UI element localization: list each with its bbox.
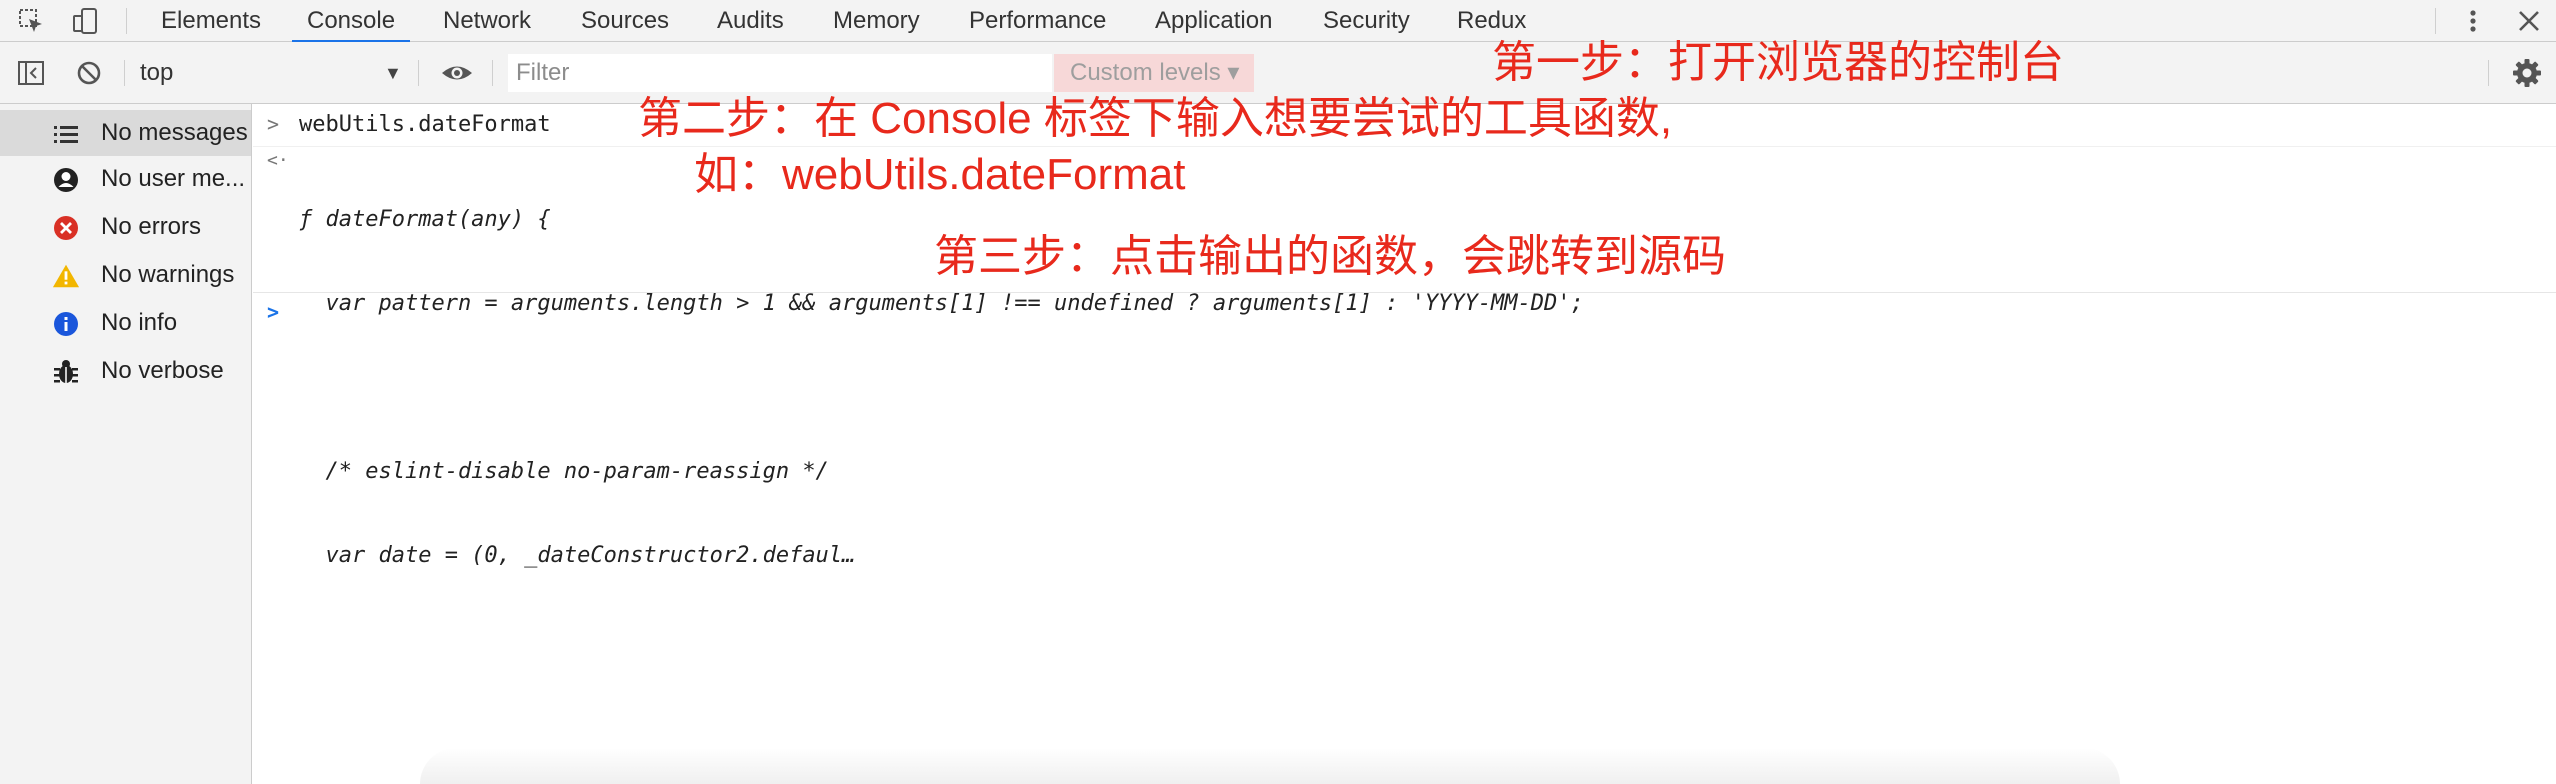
gear-icon[interactable] xyxy=(2510,56,2544,90)
console-prompt-icon: > xyxy=(267,300,280,324)
error-icon xyxy=(52,214,80,242)
warning-icon xyxy=(52,262,80,290)
device-toolbar-icon[interactable] xyxy=(70,6,100,36)
annotation-step-1: 第一步：打开浏览器的控制台 xyxy=(1492,38,2064,87)
tab-memory[interactable]: Memory xyxy=(833,0,920,42)
annotation-step-3: 第三步：点击输出的函数，会跳转到源码 xyxy=(934,232,1726,281)
info-icon xyxy=(52,310,80,338)
toolbar-separator xyxy=(492,60,493,86)
tab-network[interactable]: Network xyxy=(443,0,531,42)
tab-elements[interactable]: Elements xyxy=(161,0,261,42)
row-divider xyxy=(253,146,2556,147)
toolbar-separator xyxy=(126,8,127,34)
toolbar-separator xyxy=(124,60,125,86)
sidebar-item-label: No info xyxy=(101,309,178,336)
custom-levels-dropdown[interactable]: Custom levels ▾ xyxy=(1054,54,1254,92)
filter-box xyxy=(508,54,1052,92)
output-line: /* eslint-disable no-param-reassign */ xyxy=(299,459,829,484)
annotation-step-2-line-2: 如：webUtils.dateFormat xyxy=(694,150,1186,199)
tab-security[interactable]: Security xyxy=(1323,0,1410,42)
tab-audits[interactable]: Audits xyxy=(717,0,784,42)
tab-sources[interactable]: Sources xyxy=(581,0,669,42)
sidebar-item-label: No user me... xyxy=(101,165,246,192)
tab-console[interactable]: Console xyxy=(291,0,411,43)
sidebar-item-label: No warnings xyxy=(101,261,235,288)
output-line: var pattern = arguments.length > 1 && ar… xyxy=(299,291,1584,316)
filter-input[interactable] xyxy=(516,54,1036,92)
tab-performance[interactable]: Performance xyxy=(969,0,1106,42)
console-output-function[interactable]: ƒ dateFormat(any) { var pattern = argume… xyxy=(299,150,1584,626)
sidebar-item-messages[interactable]: No messages xyxy=(0,110,251,156)
toolbar-separator xyxy=(418,60,419,86)
sidebar-item-label: No errors xyxy=(101,213,202,240)
output-line: var date = (0, _dateConstructor2.defaul… xyxy=(299,543,856,568)
sidebar-item-errors[interactable]: No errors xyxy=(0,204,251,250)
execution-context-select[interactable]: top xyxy=(140,56,408,90)
sidebar-item-label: No verbose xyxy=(101,357,224,384)
more-options-icon[interactable] xyxy=(2458,6,2488,36)
bug-icon xyxy=(52,358,80,386)
annotation-step-2-line-1: 第二步：在 Console 标签下输入想要尝试的工具函数, xyxy=(638,94,1673,143)
sidebar-item-verbose[interactable]: No verbose xyxy=(0,348,251,394)
toolbar-separator xyxy=(2435,8,2436,34)
devtools-tab-bar: Elements Console Network Sources Audits … xyxy=(0,0,2556,43)
console-input-command: webUtils.dateFormat xyxy=(299,112,551,137)
sidebar-toggle-icon[interactable] xyxy=(14,56,48,90)
sidebar-item-user-messages[interactable]: No user me... xyxy=(0,156,251,202)
console-output-area[interactable]: > webUtils.dateFormat <· ƒ dateFormat(an… xyxy=(253,104,2556,784)
result-arrow-icon: <· xyxy=(267,150,289,171)
sidebar-item-warnings[interactable]: No warnings xyxy=(0,252,251,298)
tab-application[interactable]: Application xyxy=(1155,0,1272,42)
clear-console-icon[interactable] xyxy=(72,56,106,90)
inspect-element-icon[interactable] xyxy=(16,6,46,36)
user-icon xyxy=(52,166,80,194)
live-expression-eye-icon[interactable] xyxy=(440,56,474,90)
input-prompt-icon: > xyxy=(267,112,280,136)
console-sidebar: No messages No user me... No errors No w… xyxy=(0,104,252,784)
toolbar-separator xyxy=(2488,60,2489,86)
sidebar-item-info[interactable]: No info xyxy=(0,300,251,346)
row-divider xyxy=(253,292,2556,293)
close-icon[interactable] xyxy=(2514,6,2544,36)
list-icon xyxy=(52,120,80,148)
decorative-shadow xyxy=(420,748,2120,784)
chevron-down-icon: ▼ xyxy=(384,63,402,83)
sidebar-item-label: No messages xyxy=(101,119,248,146)
